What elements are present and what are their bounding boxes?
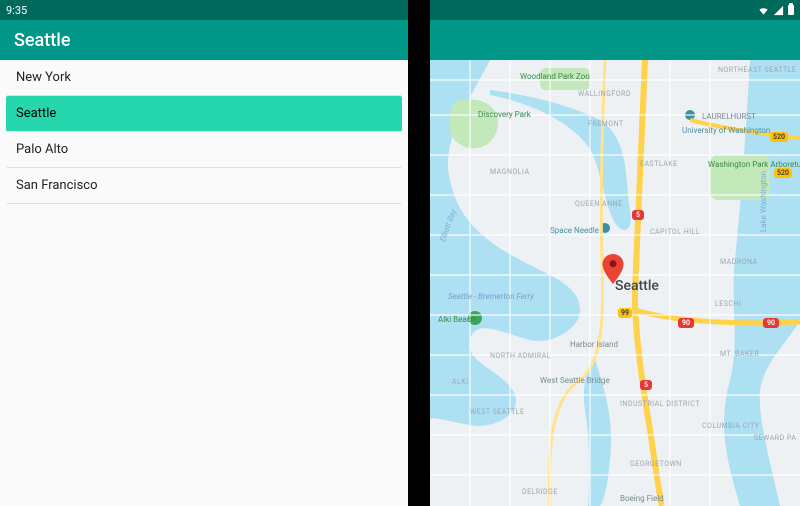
detail-pane: Woodland Park Zoo NORTHEAST SEATTLE WALL… xyxy=(430,0,800,506)
signal-icon xyxy=(773,5,784,16)
shield-i-90: 90 xyxy=(763,318,779,328)
map-view[interactable]: Woodland Park Zoo NORTHEAST SEATTLE WALL… xyxy=(430,60,800,506)
area-leschi: LESCHI xyxy=(715,300,741,308)
battery-icon xyxy=(788,5,794,15)
area-alki: ALKI xyxy=(452,378,469,386)
water-lake-washington: Lake Washington xyxy=(759,171,768,232)
poi-harbor-island: Harbor Island xyxy=(570,340,618,349)
area-laurelhurst: LAURELHURST xyxy=(702,112,756,121)
list-item-new-york[interactable]: New York xyxy=(6,60,402,96)
list-item-san-francisco[interactable]: San Francisco xyxy=(6,168,402,204)
shield-sr-520: 520 xyxy=(774,168,792,178)
status-bar-right xyxy=(430,0,800,20)
map-marker-icon[interactable] xyxy=(602,254,624,284)
poi-university-of-washington: University of Washington xyxy=(682,126,752,135)
area-madrona: MADRONA xyxy=(720,258,758,266)
list-item-label: Seattle xyxy=(16,106,56,121)
area-eastlake: EASTLAKE xyxy=(640,160,678,168)
wifi-icon xyxy=(758,5,769,16)
poi-boeing-field: Boeing Field xyxy=(620,494,664,503)
area-wallingford: WALLINGFORD xyxy=(578,90,631,98)
area-delridge: DELRIDGE xyxy=(522,488,558,496)
poi-woodland-park-zoo: Woodland Park Zoo xyxy=(520,72,590,81)
area-queen-anne: QUEEN ANNE xyxy=(575,200,623,208)
pane-divider xyxy=(408,0,430,506)
road-west-seattle-bridge: West Seattle Bridge xyxy=(540,376,610,385)
list-item-label: San Francisco xyxy=(16,178,98,193)
app-bar: Seattle xyxy=(0,20,408,60)
clock-label: 9:35 xyxy=(6,4,27,17)
shield-i-90: 90 xyxy=(678,318,694,328)
app-bar-title: Seattle xyxy=(14,30,70,51)
area-north-admiral: NORTH ADMIRAL xyxy=(490,352,551,360)
detail-app-bar xyxy=(430,20,800,60)
shield-sr-99: 99 xyxy=(618,308,632,318)
shield-sr-520: 520 xyxy=(770,132,788,142)
area-capitol-hill: CAPITOL HILL xyxy=(650,228,700,236)
area-seward-park: SEWARD PA xyxy=(754,434,796,442)
split-screen-root: 9:35 Seattle New York Seattle Palo Alto … xyxy=(0,0,800,506)
list-item-label: Palo Alto xyxy=(16,142,68,157)
list-item-seattle[interactable]: Seattle xyxy=(6,96,402,132)
area-fremont: FREMONT xyxy=(588,120,624,128)
area-magnolia: MAGNOLIA xyxy=(490,168,530,176)
city-list: New York Seattle Palo Alto San Francisco xyxy=(0,60,408,506)
list-item-palo-alto[interactable]: Palo Alto xyxy=(6,132,402,168)
poi-space-needle: Space Needle xyxy=(550,226,599,235)
master-pane: 9:35 Seattle New York Seattle Palo Alto … xyxy=(0,0,408,506)
area-northeast-seattle: NORTHEAST SEATTLE xyxy=(718,66,796,74)
poi-alki-beach: Alki Beach xyxy=(438,315,475,324)
route-ferry: Seattle - Bremerton Ferry xyxy=(448,292,534,301)
area-mt-baker: MT. BAKER xyxy=(720,350,759,358)
area-columbia-city: COLUMBIA CITY xyxy=(702,422,760,430)
status-bar: 9:35 xyxy=(0,0,408,20)
area-industrial-district: INDUSTRIAL DISTRICT xyxy=(620,400,680,408)
poi-discovery-park: Discovery Park xyxy=(478,110,528,119)
list-item-label: New York xyxy=(16,70,71,85)
area-georgetown: GEORGETOWN xyxy=(630,460,682,468)
shield-i-5: 5 xyxy=(640,380,652,390)
area-west-seattle: WEST SEATTLE xyxy=(470,408,525,416)
shield-i-5: 5 xyxy=(632,210,644,220)
